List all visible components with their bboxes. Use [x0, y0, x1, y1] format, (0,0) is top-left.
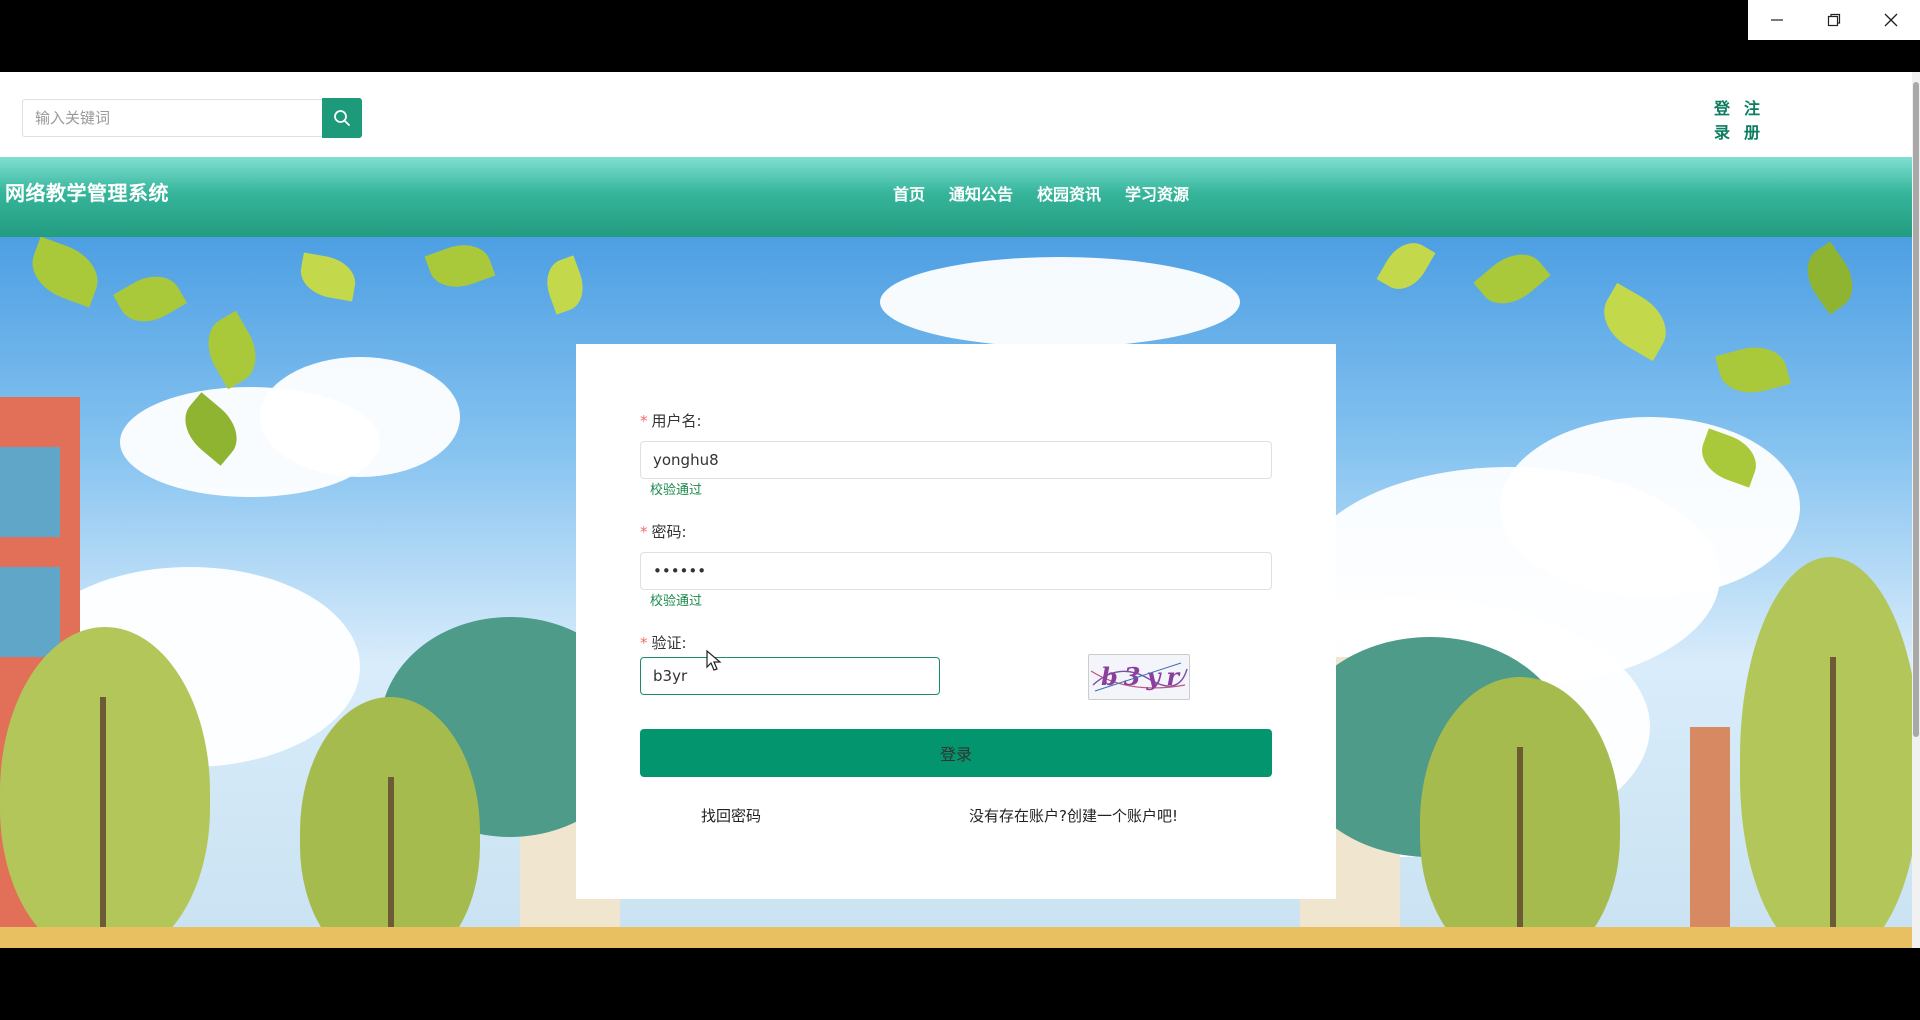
window-controls — [1748, 0, 1920, 40]
leaf — [1795, 241, 1865, 315]
page-scrollbar[interactable] — [1912, 72, 1920, 948]
required-mark: * — [640, 523, 648, 541]
username-input[interactable] — [640, 441, 1272, 479]
mouse-cursor-icon — [706, 650, 722, 671]
register-link[interactable]: 注册 — [1744, 97, 1762, 145]
create-account-link[interactable]: 没有存在账户?创建一个账户吧! — [969, 805, 1178, 826]
search-input[interactable] — [22, 99, 322, 137]
search-button[interactable] — [322, 98, 362, 138]
building — [0, 447, 60, 537]
leaf — [296, 252, 360, 302]
site-title: 网络教学管理系统 — [5, 181, 169, 205]
close-button[interactable] — [1871, 0, 1911, 40]
captcha-image-text: b3yr — [1101, 662, 1185, 691]
login-submit-button[interactable]: 登录 — [640, 729, 1272, 777]
nav-item-notices[interactable]: 通知公告 — [949, 181, 1013, 205]
nav-menu: 首页 通知公告 校园资讯 学习资源 — [893, 181, 1189, 205]
username-label: * 用户名: — [640, 410, 702, 431]
minimize-icon — [1770, 19, 1783, 21]
password-label-text: 密码: — [651, 523, 687, 541]
leaf — [23, 237, 107, 308]
nav-bar: 网络教学管理系统 首页 通知公告 校园资讯 学习资源 — [0, 157, 1912, 237]
minimize-button[interactable] — [1757, 0, 1797, 40]
password-valid-message: 校验通过 — [650, 594, 703, 609]
username-label-text: 用户名: — [651, 412, 702, 430]
cloud — [880, 257, 1240, 347]
leaf — [1376, 237, 1436, 299]
tree-trunk — [1517, 747, 1523, 948]
leaf — [1715, 339, 1791, 401]
hero-background: *用户名: 校验通过 *密码: 校验通过 *验证: b3yr 登 — [0, 237, 1912, 948]
leaf — [424, 237, 496, 296]
required-mark: * — [640, 412, 648, 430]
building — [0, 567, 60, 657]
required-mark: * — [640, 634, 648, 652]
captcha-label: * 验证: — [640, 632, 687, 653]
forgot-password-link[interactable]: 找回密码 — [701, 805, 761, 826]
captcha-input[interactable] — [640, 657, 940, 695]
tree — [1740, 557, 1912, 948]
close-icon — [1884, 13, 1898, 27]
leaf — [196, 310, 268, 390]
auth-links: 登录 注册 — [1714, 97, 1762, 145]
building — [1690, 727, 1730, 948]
search-box — [22, 98, 362, 138]
login-card: *用户名: 校验通过 *密码: 校验通过 *验证: b3yr 登 — [576, 344, 1336, 899]
app-viewport: 登录 注册 网络教学管理系统 首页 通知公告 校园资讯 学习资源 — [0, 72, 1920, 948]
password-input[interactable] — [640, 552, 1272, 590]
username-valid-message: 校验通过 — [650, 483, 703, 498]
captcha-image[interactable]: b3yr — [1088, 654, 1190, 700]
search-icon — [334, 110, 350, 126]
window-titlebar — [0, 0, 1920, 72]
captcha-label-text: 验证: — [651, 634, 687, 652]
tree-trunk — [1830, 657, 1836, 948]
nav-item-campus-news[interactable]: 校园资讯 — [1037, 181, 1101, 205]
ground — [0, 927, 1912, 948]
leaf — [1473, 241, 1551, 317]
leaf — [113, 264, 187, 334]
nav-item-home[interactable]: 首页 — [893, 181, 925, 205]
tree-trunk — [388, 777, 394, 948]
top-bar: 登录 注册 — [0, 72, 1912, 157]
login-link[interactable]: 登录 — [1714, 97, 1732, 145]
password-label: * 密码: — [640, 521, 687, 542]
cloud — [1500, 417, 1800, 597]
leaf — [539, 255, 591, 315]
scrollbar-thumb[interactable] — [1913, 82, 1919, 737]
restore-button[interactable] — [1814, 0, 1854, 40]
leaf — [1592, 282, 1678, 362]
tree-trunk — [100, 697, 106, 948]
nav-item-resources[interactable]: 学习资源 — [1125, 181, 1189, 205]
restore-icon — [1827, 13, 1841, 27]
cloud — [260, 357, 460, 477]
